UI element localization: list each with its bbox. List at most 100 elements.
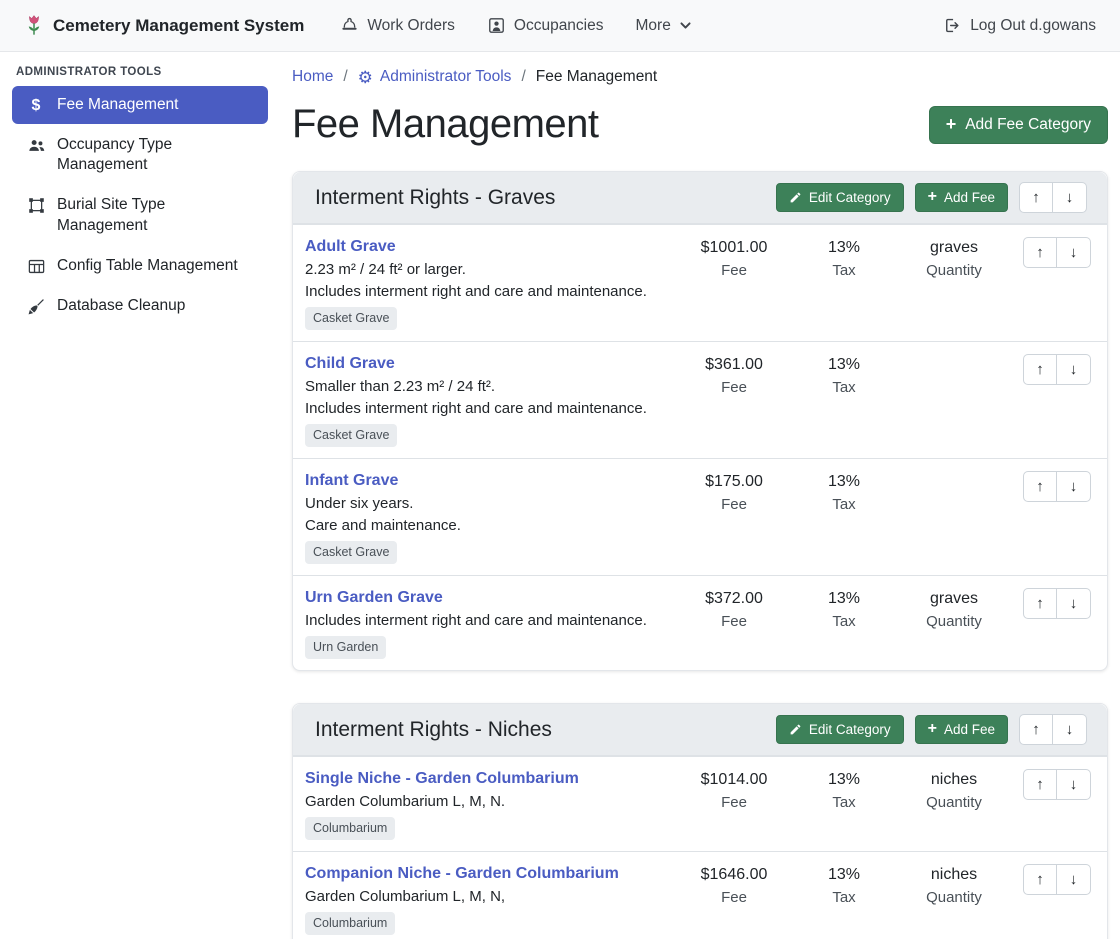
- edit-category-button[interactable]: Edit Category: [776, 715, 904, 744]
- fee-name-link[interactable]: Single Niche - Garden Columbarium: [305, 768, 579, 790]
- move-fee-down-button[interactable]: ↓: [1057, 588, 1091, 619]
- fee-tax-label: Tax: [789, 793, 899, 813]
- fee-name-link[interactable]: Child Grave: [305, 353, 395, 375]
- fee-description: Includes interment right and care and ma…: [305, 611, 671, 631]
- table-icon: [25, 257, 47, 276]
- add-fee-category-button[interactable]: + Add Fee Category: [929, 106, 1108, 144]
- fee-type-badge: Casket Grave: [305, 541, 397, 564]
- fee-row: Urn Garden Grave Includes interment righ…: [293, 575, 1107, 670]
- dollar-icon: $: [25, 96, 47, 115]
- arrow-down-icon: ↓: [1070, 776, 1078, 793]
- fee-amount-label: Fee: [679, 612, 789, 632]
- fee-info: Child Grave Smaller than 2.23 m² / 24 ft…: [305, 353, 679, 447]
- move-fee-up-button[interactable]: ↑: [1023, 864, 1057, 895]
- add-fee-button[interactable]: + Add Fee: [915, 715, 1008, 744]
- fee-reorder-group: ↑ ↓: [1009, 587, 1091, 619]
- fee-name-link[interactable]: Adult Grave: [305, 236, 396, 258]
- arrow-up-icon: ↑: [1036, 244, 1044, 261]
- plus-icon: +: [928, 723, 937, 736]
- category-header: Interment Rights - Graves Edit Category …: [293, 172, 1107, 224]
- app-title: Cemetery Management System: [53, 16, 304, 36]
- nav-item-label: More: [636, 17, 671, 35]
- move-fee-down-button[interactable]: ↓: [1057, 864, 1091, 895]
- logout-link[interactable]: Log Out d.gowans: [942, 16, 1096, 35]
- fee-tax-col: 13% Tax: [789, 353, 899, 398]
- fee-amount-col: $1001.00 Fee: [679, 236, 789, 281]
- fee-reorder-group: ↑ ↓: [1009, 236, 1091, 268]
- nav-item-label: Work Orders: [367, 17, 455, 35]
- move-fee-up-button[interactable]: ↑: [1023, 354, 1057, 385]
- edit-category-button[interactable]: Edit Category: [776, 183, 904, 212]
- move-fee-up-button[interactable]: ↑: [1023, 588, 1057, 619]
- move-fee-down-button[interactable]: ↓: [1057, 769, 1091, 800]
- breadcrumb-separator: /: [521, 68, 525, 86]
- fee-tax-label: Tax: [789, 261, 899, 281]
- move-fee-down-button[interactable]: ↓: [1057, 471, 1091, 502]
- nav-item-work-orders[interactable]: Work Orders: [326, 8, 469, 43]
- sidebar: ADMINISTRATOR TOOLS $ Fee Management Occ…: [0, 52, 280, 939]
- nav-item-occupancies[interactable]: Occupancies: [473, 8, 618, 43]
- fee-name-link[interactable]: Companion Niche - Garden Columbarium: [305, 863, 619, 885]
- move-fee-up-button[interactable]: ↑: [1023, 769, 1057, 800]
- move-category-down-button[interactable]: ↓: [1053, 714, 1087, 745]
- fee-amount-col: $361.00 Fee: [679, 353, 789, 398]
- move-fee-up-button[interactable]: ↑: [1023, 471, 1057, 502]
- fee-quantity-col: [899, 470, 1009, 471]
- arrow-up-icon: ↑: [1036, 871, 1044, 888]
- primary-nav: Work Orders Occupancies More: [326, 8, 706, 43]
- move-category-up-button[interactable]: ↑: [1019, 182, 1053, 213]
- breadcrumb-home-link[interactable]: Home: [292, 68, 333, 86]
- fee-amount: $1646.00: [679, 864, 789, 885]
- edit-category-label: Edit Category: [809, 190, 891, 205]
- move-category-down-button[interactable]: ↓: [1053, 182, 1087, 213]
- page-title: Fee Management: [292, 102, 599, 147]
- move-category-up-button[interactable]: ↑: [1019, 714, 1053, 745]
- users-icon: [25, 136, 47, 155]
- sidebar-item-config-table-management[interactable]: Config Table Management: [12, 247, 268, 285]
- move-fee-up-button[interactable]: ↑: [1023, 237, 1057, 268]
- move-fee-down-button[interactable]: ↓: [1057, 237, 1091, 268]
- fee-row: Infant Grave Under six years. Care and m…: [293, 458, 1107, 575]
- sidebar-item-burial-site-type-management[interactable]: Burial Site Type Management: [12, 186, 268, 244]
- add-fee-button[interactable]: + Add Fee: [915, 183, 1008, 212]
- sidebar-item-database-cleanup[interactable]: Database Cleanup: [12, 287, 268, 325]
- logout-icon: [942, 16, 961, 35]
- vector-square-icon: [25, 196, 47, 215]
- fee-category-card-niches: Interment Rights - Niches Edit Category …: [292, 703, 1108, 939]
- fee-description: Garden Columbarium L, M, N,: [305, 887, 671, 907]
- breadcrumb-admin-tools-link[interactable]: ⚙ Administrator Tools: [358, 68, 512, 86]
- edit-category-label: Edit Category: [809, 722, 891, 737]
- fee-amount: $1014.00: [679, 769, 789, 790]
- fee-tax-col: 13% Tax: [789, 863, 899, 908]
- fee-description: Smaller than 2.23 m² / 24 ft².: [305, 377, 671, 397]
- app-brand[interactable]: Cemetery Management System: [24, 13, 304, 38]
- fee-amount-label: Fee: [679, 793, 789, 813]
- fee-amount-label: Fee: [679, 888, 789, 908]
- arrow-up-icon: ↑: [1036, 776, 1044, 793]
- fee-amount: $372.00: [679, 588, 789, 609]
- arrow-down-icon: ↓: [1070, 244, 1078, 261]
- sidebar-item-fee-management[interactable]: $ Fee Management: [12, 86, 268, 124]
- move-fee-down-button[interactable]: ↓: [1057, 354, 1091, 385]
- fee-info: Infant Grave Under six years. Care and m…: [305, 470, 679, 564]
- nav-item-more[interactable]: More: [622, 9, 706, 43]
- sidebar-item-label: Burial Site Type Management: [57, 195, 255, 235]
- fee-info: Companion Niche - Garden Columbarium Gar…: [305, 863, 679, 935]
- fee-tax-label: Tax: [789, 612, 899, 632]
- category-header: Interment Rights - Niches Edit Category …: [293, 704, 1107, 756]
- fee-amount-label: Fee: [679, 495, 789, 515]
- fee-reorder-group: ↑ ↓: [1009, 470, 1091, 502]
- fee-tax: 13%: [789, 471, 899, 492]
- category-reorder-group: ↑ ↓: [1019, 714, 1087, 745]
- sidebar-item-occupancy-type-management[interactable]: Occupancy Type Management: [12, 126, 268, 184]
- fee-type-badge: Columbarium: [305, 817, 395, 840]
- fee-info: Adult Grave 2.23 m² / 24 ft² or larger. …: [305, 236, 679, 330]
- fee-name-link[interactable]: Urn Garden Grave: [305, 587, 443, 609]
- fee-amount: $175.00: [679, 471, 789, 492]
- plus-icon: +: [928, 191, 937, 204]
- arrow-up-icon: ↑: [1036, 595, 1044, 612]
- fee-name-link[interactable]: Infant Grave: [305, 470, 398, 492]
- fee-amount: $1001.00: [679, 237, 789, 258]
- fee-quantity: graves: [899, 237, 1009, 258]
- fee-amount-label: Fee: [679, 261, 789, 281]
